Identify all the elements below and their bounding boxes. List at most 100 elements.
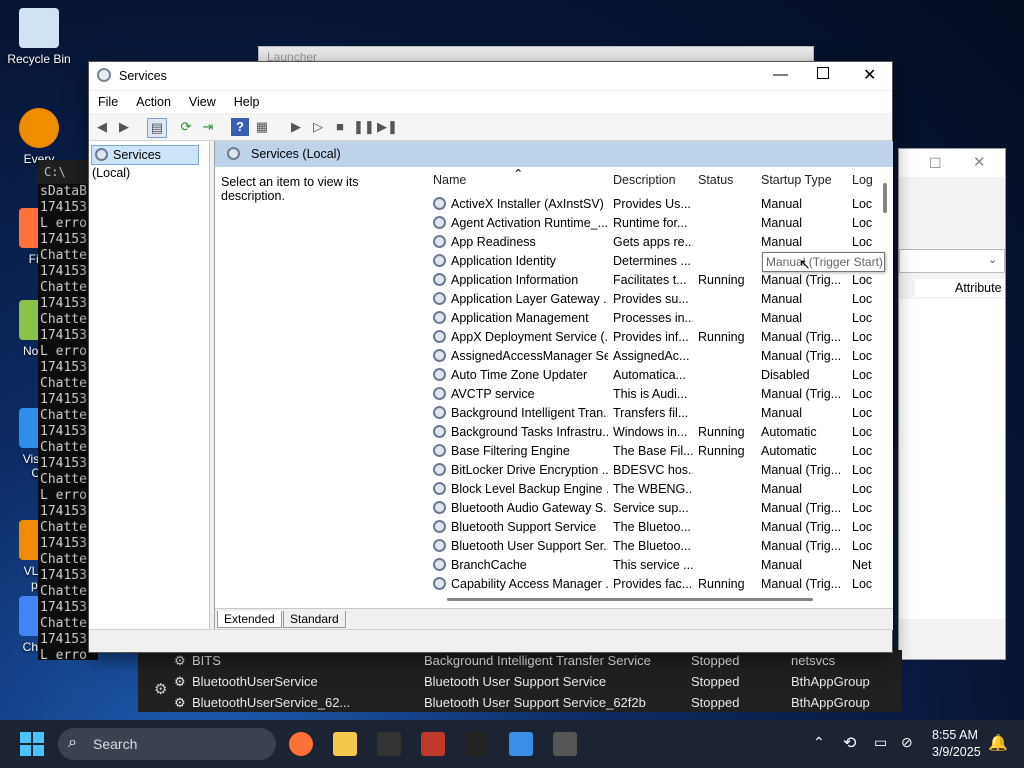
refresh-icon[interactable]: ⟳ <box>177 118 195 136</box>
start-button[interactable] <box>20 732 44 756</box>
task-manager-icon[interactable] <box>509 732 533 756</box>
services-list-window[interactable]: ⚙ BITS Background Intelligent Transfer Se… <box>138 650 902 712</box>
tree-item-services-local[interactable]: Services (Local) <box>91 145 199 180</box>
service-row[interactable]: Application Information Facilitates t... R… <box>427 271 883 290</box>
notification-bell-icon[interactable]: 🔔 <box>988 733 1008 753</box>
service-row[interactable]: Block Level Backup Engine ... The WBENG..… <box>427 480 883 499</box>
everything-search-icon <box>19 108 59 148</box>
service-status: Running <box>698 444 745 458</box>
file-explorer-icon[interactable] <box>333 732 357 756</box>
service-row[interactable]: AVCTP service This is Audi... Manual (Trig… <box>427 385 883 404</box>
help-icon[interactable]: ? <box>231 118 249 136</box>
close-icon[interactable]: ✕ <box>973 153 986 171</box>
show-hidden-icons-icon[interactable]: ⌃ <box>813 734 825 751</box>
service-row[interactable]: Bluetooth Support Service The Bluetoo... M… <box>427 518 883 537</box>
stop-service-icon[interactable]: ■ <box>331 118 349 136</box>
vertical-scroll-thumb[interactable] <box>883 183 887 213</box>
horizontal-scrollbar[interactable] <box>427 593 883 607</box>
close-icon[interactable]: ✕ <box>863 65 876 85</box>
service-row[interactable]: Bluetooth User Support Ser... The Bluetoo… <box>427 537 883 556</box>
bottom-list-status: Stopped <box>691 695 740 710</box>
service-gear-icon <box>433 501 446 514</box>
service-description: Runtime for... <box>613 216 688 230</box>
desktop-icon[interactable]: Recycle Bin <box>0 8 78 66</box>
show-hide-console-tree-icon[interactable]: ▤ <box>147 118 167 138</box>
restart-service-icon[interactable]: ▶❚ <box>377 118 398 136</box>
panel-title: Services (Local) <box>251 147 341 161</box>
service-row[interactable]: App Readiness Gets apps re... Manual Loc <box>427 233 883 252</box>
service-row[interactable]: Background Tasks Infrastru... Windows in.… <box>427 423 883 442</box>
menu-help[interactable]: Help <box>225 91 269 113</box>
service-row[interactable]: Application Management Processes in... Man… <box>427 309 883 328</box>
services-icon[interactable] <box>553 732 577 756</box>
service-row[interactable]: BranchCache This service ... Manual Net <box>427 556 883 575</box>
service-row[interactable]: ActiveX Installer (AxInstSV) Provides Us.… <box>427 195 883 214</box>
service-name: AssignedAccessManager Se... <box>433 347 608 366</box>
service-row[interactable]: Agent Activation Runtime_... Runtime for.… <box>427 214 883 233</box>
column-header-status[interactable]: Status <box>698 169 756 191</box>
service-name: Application Identity <box>433 252 608 271</box>
service-description: Automatica... <box>613 368 686 382</box>
service-description: Service sup... <box>613 501 689 515</box>
service-description: Provides su... <box>613 292 689 306</box>
menu-action[interactable]: Action <box>127 91 180 113</box>
service-startup: Manual <box>761 197 802 211</box>
forward-arrow-icon[interactable]: ▶ <box>115 118 133 136</box>
attribute-column-header[interactable]: Attribute <box>915 279 1005 297</box>
panel-header: Services (Local) <box>215 141 893 167</box>
tab-standard[interactable]: Standard <box>283 611 346 628</box>
taskbar-search[interactable]: ⌕ Search <box>58 728 276 760</box>
service-name: BitLocker Drive Encryption ... <box>433 461 608 480</box>
clock-date[interactable]: 3/9/2025 <box>932 745 981 759</box>
service-gear-icon <box>433 292 446 305</box>
back-arrow-icon[interactable]: ◀ <box>93 118 111 136</box>
service-gear-icon <box>433 387 446 400</box>
start-service-alt-icon[interactable]: ▷ <box>309 118 327 136</box>
pause-service-icon[interactable]: ❚❚ <box>353 118 375 136</box>
app-icon[interactable] <box>421 732 445 756</box>
service-gear-icon <box>433 197 446 210</box>
desktop-icon[interactable]: Every <box>0 108 78 166</box>
vertical-scrollbar[interactable] <box>878 171 893 593</box>
service-status: Running <box>698 273 745 287</box>
column-header-description[interactable]: Description <box>613 169 693 191</box>
horizontal-scroll-thumb[interactable] <box>447 598 813 601</box>
volume-muted-icon[interactable]: ⊘ <box>901 734 913 751</box>
maximize-icon[interactable]: ☐ <box>929 155 942 172</box>
service-gear-icon <box>433 273 446 286</box>
service-row[interactable]: Bluetooth Audio Gateway S... Service sup.… <box>427 499 883 518</box>
export-list-icon[interactable]: ⇥ <box>199 118 217 136</box>
service-row[interactable]: Capability Access Manager ... Provides fa… <box>427 575 883 591</box>
service-row[interactable]: Base Filtering Engine The Base Fil... Runn… <box>427 442 883 461</box>
service-row[interactable]: AppX Deployment Service (... Provides inf… <box>427 328 883 347</box>
service-name: App Readiness <box>433 233 608 252</box>
maximize-icon[interactable] <box>817 67 829 79</box>
service-row[interactable]: Application Layer Gateway ... Provides su… <box>427 290 883 309</box>
settings-gear-icon[interactable]: ⚙ <box>154 680 167 698</box>
menu-file[interactable]: File <box>89 91 127 113</box>
start-service-icon[interactable]: ▶ <box>287 118 305 136</box>
terminal-icon[interactable] <box>465 732 489 756</box>
clock-time[interactable]: 8:55 AM <box>932 728 978 742</box>
right-window-dropdown[interactable]: ⌄ <box>899 249 1005 273</box>
service-gear-icon <box>433 216 446 229</box>
properties-icon[interactable]: ▦ <box>253 118 271 136</box>
network-icon[interactable]: ▭ <box>874 734 887 751</box>
column-header-startup-type[interactable]: Startup Type <box>761 169 847 191</box>
right-window[interactable]: ☐ ✕ ⌄ Attribute <box>898 148 1006 660</box>
menu-view[interactable]: View <box>180 91 225 113</box>
minimize-icon[interactable]: — <box>773 66 788 83</box>
services-window[interactable]: Services — ✕ File Action View Help ◀ ▶ ▤ ⟳ … <box>88 61 893 653</box>
service-row[interactable]: Auto Time Zone Updater Automatica... Disab… <box>427 366 883 385</box>
right-window-titlebar: ☐ ✕ <box>899 149 1005 177</box>
service-row[interactable]: BitLocker Drive Encryption ... BDESVC hos… <box>427 461 883 480</box>
firefox-icon[interactable] <box>289 732 313 756</box>
service-description: AssignedAc... <box>613 349 690 363</box>
service-row[interactable]: Background Intelligent Tran... Transfers … <box>427 404 883 423</box>
service-row[interactable]: AssignedAccessManager Se... AssignedAc...… <box>427 347 883 366</box>
7zip-icon[interactable] <box>377 732 401 756</box>
service-description: This is Audi... <box>613 387 688 401</box>
titlebar[interactable]: Services — ✕ <box>89 62 892 90</box>
sync-icon[interactable]: ⟲ <box>843 733 856 753</box>
tab-extended[interactable]: Extended <box>217 611 282 628</box>
